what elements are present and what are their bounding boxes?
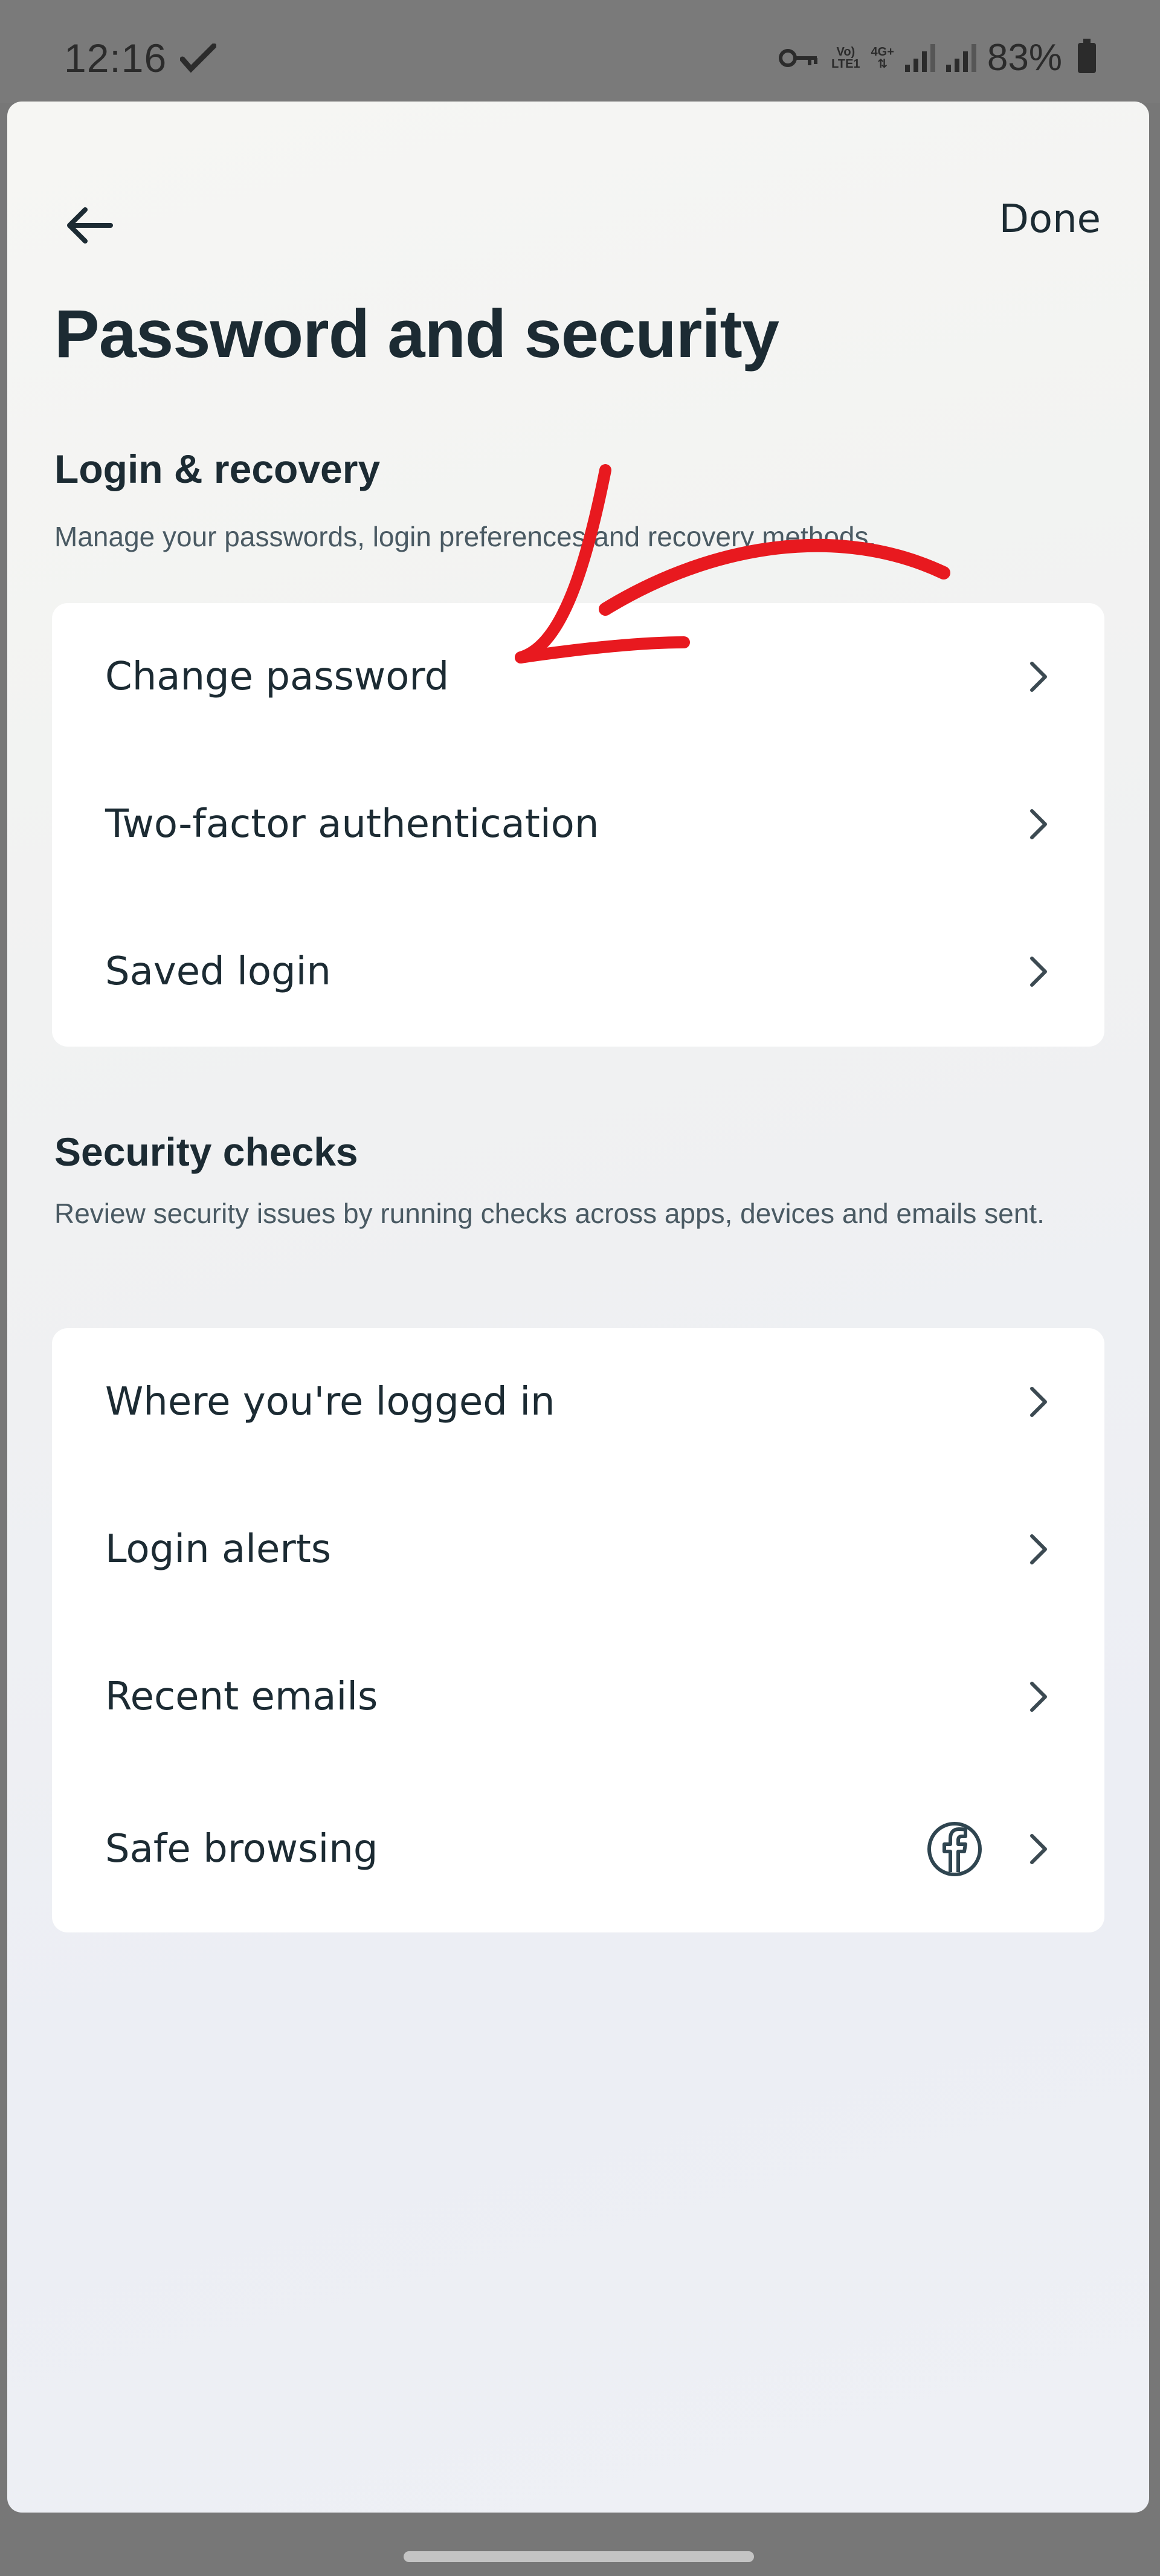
network2-label-top: 4G+ [871,45,894,59]
password-security-sheet: Done Password and security Login & recov… [7,102,1149,2513]
safe-browsing-row[interactable]: Safe browsing [52,1775,1104,1923]
two-factor-authentication-label: Two-factor authentication [105,802,599,847]
login-alerts-label: Login alerts [105,1527,332,1572]
safe-browsing-label: Safe browsing [105,1827,378,1871]
signal-strength-icon-2 [946,44,976,72]
chevron-right-icon [1020,1831,1056,1867]
security-checks-title: Security checks [54,1129,358,1174]
chevron-right-icon [1020,1531,1056,1567]
key-icon [779,48,818,67]
checkmark-notification-icon [180,44,217,73]
recent-emails-label: Recent emails [105,1674,378,1719]
status-icons: Vo) LTE1 4G+ ⇅ 83% [778,36,1096,79]
status-time: 12:16 [64,35,217,81]
recent-emails-row[interactable]: Recent emails [52,1623,1104,1771]
network-type-indicator-2: 4G+ ⇅ [871,45,894,71]
saved-login-label: Saved login [105,949,331,994]
chevron-right-icon [1020,806,1056,842]
arrow-left-icon [67,207,113,244]
chevron-right-icon [1020,1384,1056,1420]
change-password-label: Change password [105,654,450,699]
clock-text: 12:16 [64,36,167,80]
status-bar: 12:16 Vo) LTE1 4G+ ⇅ 83% [0,0,1160,103]
where-logged-in-row[interactable]: Where you're logged in [52,1328,1104,1476]
login-recovery-description: Manage your passwords, login preferences… [54,521,877,552]
done-button[interactable]: Done [999,197,1101,242]
change-password-row[interactable]: Change password [52,603,1104,751]
chevron-right-icon [1020,659,1056,695]
login-recovery-title: Login & recovery [54,447,381,491]
security-checks-card: Where you're logged in Login alerts Rece… [52,1328,1104,1932]
facebook-icon [926,1820,984,1878]
where-logged-in-label: Where you're logged in [105,1380,555,1424]
back-button[interactable] [56,192,122,259]
chevron-right-icon [1020,954,1056,990]
network-label-top: Vo) [836,45,856,59]
saved-login-row[interactable]: Saved login [52,898,1104,1045]
battery-percent: 83% [987,37,1062,79]
security-checks-description: Review security issues by running checks… [54,1198,1045,1229]
chevron-right-icon [1020,1679,1056,1715]
login-recovery-card: Change password Two-factor authenticatio… [52,603,1104,1047]
signal-strength-icon [904,44,935,72]
two-factor-authentication-row[interactable]: Two-factor authentication [52,751,1104,898]
network-label-bottom: LTE1 [831,57,860,71]
login-alerts-row[interactable]: Login alerts [52,1476,1104,1623]
home-indicator[interactable] [404,2551,754,2562]
page-title: Password and security [54,296,779,372]
battery-icon [1078,38,1096,73]
network-type-indicator: Vo) LTE1 [831,46,860,70]
